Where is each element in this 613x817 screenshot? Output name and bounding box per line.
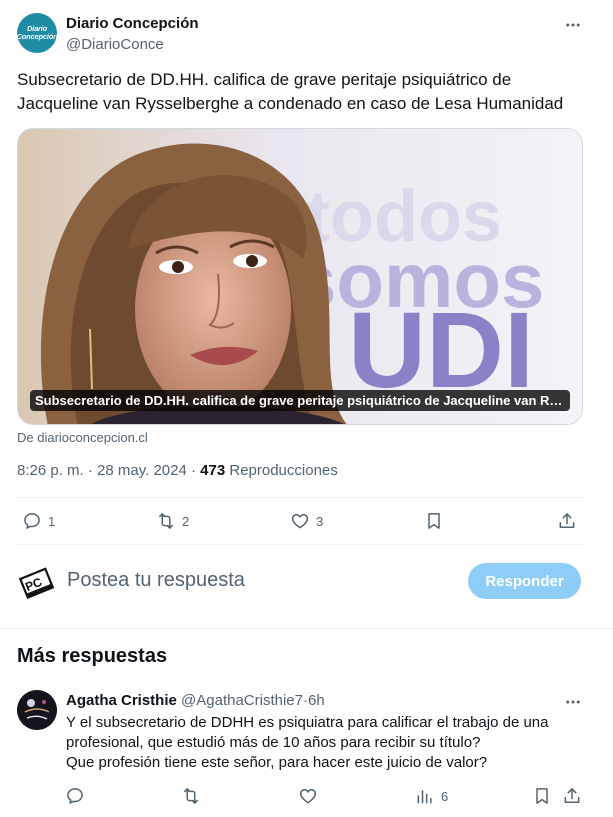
reply-submit-button[interactable]: Responder (468, 563, 581, 599)
avatar-text-line2: Concepción (17, 32, 57, 41)
share-button[interactable] (557, 511, 577, 531)
repost-count: 2 (182, 513, 190, 529)
repost-icon (184, 788, 198, 804)
reply-author-avatar[interactable] (17, 690, 57, 730)
reply-icon (67, 788, 83, 804)
reply-text: Y el subsecretario de DDHH es psiquiatra… (66, 713, 586, 773)
reply-author-handle[interactable]: @AgathaCristhie7 (181, 692, 303, 709)
meta-separator: · (186, 462, 201, 479)
source-link[interactable]: De diarioconcepcion.cl (17, 430, 148, 445)
like-button[interactable]: 3 (290, 511, 323, 531)
reply-time[interactable]: 6h (308, 692, 325, 709)
reply-count: 1 (48, 513, 56, 529)
tweet-text: Subsecretario de DD.HH. califica de grav… (17, 70, 564, 113)
views-count: 473 (200, 462, 226, 479)
reply-like-button[interactable] (298, 786, 318, 806)
reply-more-icon[interactable] (562, 691, 584, 713)
tweet-media[interactable]: todos somos UDI Subsecretario de DD.HH. … (17, 128, 583, 425)
reply-share-button[interactable] (562, 786, 582, 806)
like-icon (291, 514, 309, 529)
reply-repost-button[interactable] (181, 786, 201, 806)
reply-bookmark-button[interactable] (532, 786, 552, 806)
author-avatar[interactable]: Diario Concepción (17, 13, 57, 53)
reply-text-line: profesional, que estudió más de 10 años … (66, 734, 481, 751)
reply-reply-button[interactable] (65, 786, 85, 806)
repost-button[interactable]: 2 (156, 511, 189, 531)
share-icon (559, 513, 575, 528)
pc-logo: PC (17, 563, 57, 603)
reply-author-name[interactable]: Agatha Cristhie (66, 692, 177, 709)
author-handle[interactable]: @DiarioConce (66, 36, 164, 53)
tweet-meta: 8:26 p. m. · 28 may. 2024 · 473 Reproduc… (17, 462, 338, 479)
reply-views-count: 6 (441, 788, 449, 804)
reply-input[interactable]: Postea tu respuesta (67, 569, 447, 592)
media-caption: Subsecretario de DD.HH. califica de grav… (30, 390, 570, 411)
user-avatar[interactable]: PC (17, 563, 57, 603)
like-count: 3 (316, 513, 324, 529)
like-icon (299, 789, 317, 804)
reply-header: Agatha Cristhie @AgathaCristhie7·6h (66, 692, 325, 709)
divider (17, 544, 583, 545)
section-divider (0, 628, 613, 629)
bookmark-button[interactable] (424, 511, 444, 531)
more-icon[interactable] (562, 14, 584, 36)
views-icon (417, 790, 432, 804)
timestamp[interactable]: 8:26 p. m. · 28 may. 2024 (17, 462, 187, 479)
media-photo: todos somos UDI (18, 129, 582, 424)
bookmark-icon (428, 513, 440, 529)
bookmark-icon (536, 788, 548, 804)
reply-avatar-image (17, 690, 57, 730)
reply-views-button[interactable]: 6 (415, 786, 448, 806)
views-label: Reproducciones (229, 462, 338, 479)
repost-icon (159, 513, 173, 529)
divider (17, 497, 583, 498)
reply-text-line: Y el subsecretario de DDHH es psiquiatra… (66, 714, 549, 731)
reply-text-line: Que profesión tiene este señor, para hac… (66, 754, 488, 771)
section-title: Más respuestas (17, 645, 168, 667)
reply-icon (24, 513, 40, 529)
author-name[interactable]: Diario Concepción (66, 15, 199, 32)
reply-button[interactable]: 1 (22, 511, 55, 531)
more-icon (566, 700, 580, 704)
share-icon (564, 788, 580, 803)
